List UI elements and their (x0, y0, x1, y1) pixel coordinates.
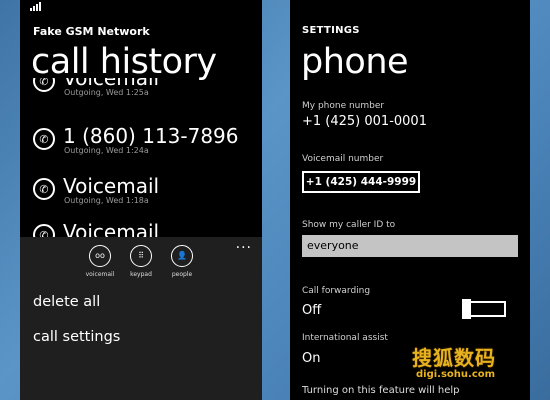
caller-id-label: Show my caller ID to (302, 220, 396, 230)
caller-id-select[interactable]: everyone (302, 235, 518, 257)
keypad-button[interactable]: ⠿ keypad (121, 245, 161, 278)
call-item[interactable]: ✆ 1 (860) 113-7896 Outgoing, Wed 1:24a (20, 124, 262, 176)
call-detail: Outgoing, Wed 1:18a (64, 196, 149, 205)
menu-item-delete-all[interactable]: delete all (33, 294, 100, 310)
network-name: Fake GSM Network (33, 25, 150, 38)
more-options-button[interactable]: ... (236, 237, 252, 251)
international-assist-label: International assist (302, 333, 388, 343)
voicemail-number-label: Voicemail number (302, 154, 384, 164)
my-number-value: +1 (425) 001-0001 (302, 114, 427, 129)
my-number-label: My phone number (302, 101, 385, 111)
international-assist-value[interactable]: On (302, 351, 320, 366)
voicemail-number-field[interactable]: +1 (425) 444-9999 (302, 171, 420, 193)
menu-item-call-settings[interactable]: call settings (33, 329, 120, 345)
phone-screen-settings: SETTINGS phone My phone number +1 (425) … (290, 0, 530, 400)
keypad-label: keypad (130, 271, 152, 278)
page-title: phone (301, 42, 409, 82)
call-forwarding-value: Off (302, 303, 322, 318)
call-item[interactable]: ✆ Voicemail Outgoing, Wed 1:18a (20, 174, 262, 226)
app-bar: ... oo voicemail ⠿ keypad 👤 people delet… (20, 237, 262, 400)
status-bar (30, 2, 41, 12)
phone-screen-call-history: Fake GSM Network call history ✆ Voicemai… (20, 0, 262, 400)
people-button[interactable]: 👤 people (162, 245, 202, 278)
voicemail-icon: oo (89, 245, 111, 267)
call-detail: Outgoing, Wed 1:24a (64, 146, 149, 155)
settings-section-label: SETTINGS (302, 25, 360, 36)
toggle-knob[interactable] (462, 299, 471, 319)
voicemail-button[interactable]: oo voicemail (80, 245, 120, 278)
signal-strength-icon (30, 2, 41, 11)
people-icon: 👤 (171, 245, 193, 267)
watermark-logo-text: 搜狐数码 (412, 346, 496, 370)
phone-icon[interactable]: ✆ (33, 178, 55, 200)
phone-icon[interactable]: ✆ (33, 128, 55, 150)
call-name[interactable]: Voicemail (63, 220, 159, 238)
call-name[interactable]: Voicemail (63, 174, 159, 198)
call-history-list[interactable]: ✆ Voicemail Outgoing, Wed 1:25a ✆ 1 (860… (20, 78, 262, 238)
call-forwarding-toggle[interactable] (462, 299, 506, 319)
phone-icon[interactable]: ✆ (33, 78, 55, 92)
people-label: people (171, 271, 193, 278)
call-name[interactable]: 1 (860) 113-7896 (63, 124, 239, 148)
sohu-watermark: 搜狐数码 digi.sohu.com (412, 342, 530, 390)
voicemail-label: voicemail (85, 271, 115, 278)
watermark-url: digi.sohu.com (416, 369, 496, 380)
call-item[interactable]: ✆ Voicemail Outgoing, Wed 1:25a (20, 78, 262, 118)
keypad-icon: ⠿ (130, 245, 152, 267)
call-item[interactable]: ✆ Voicemail (20, 220, 262, 238)
call-forwarding-label: Call forwarding (302, 286, 371, 296)
phone-icon[interactable]: ✆ (33, 224, 55, 238)
call-detail: Outgoing, Wed 1:25a (64, 88, 149, 97)
